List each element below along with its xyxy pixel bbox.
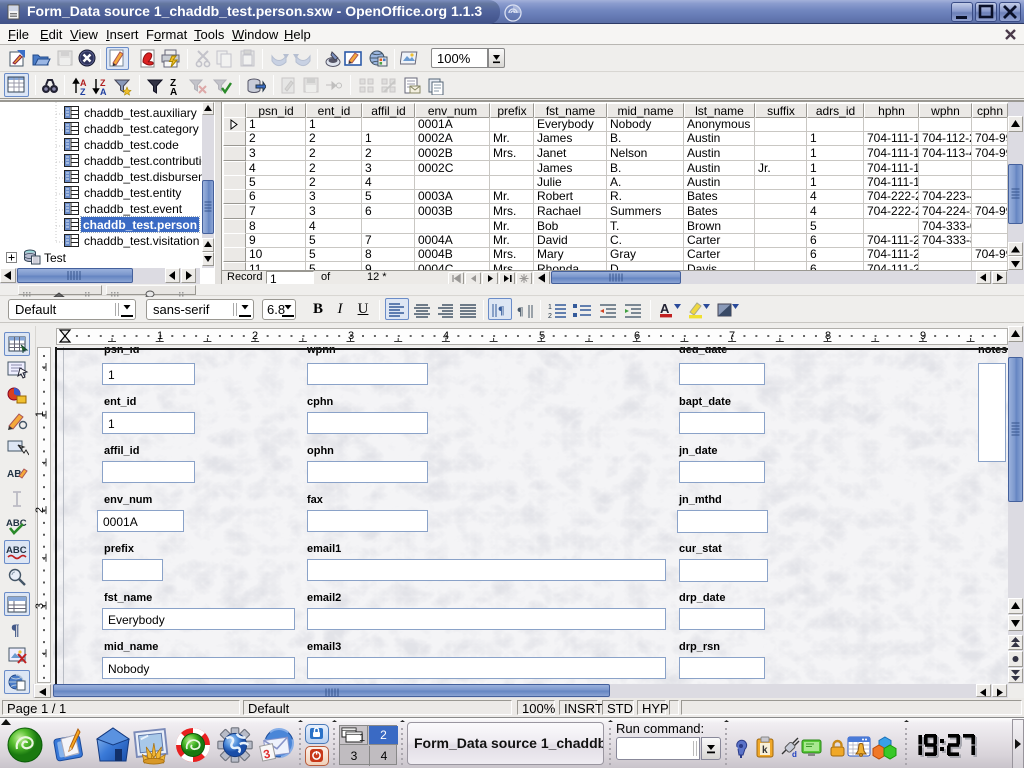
- svg-text:¶: ¶: [11, 622, 20, 639]
- svg-text:d: d: [792, 750, 797, 759]
- svg-text:Z: Z: [80, 87, 86, 96]
- svg-text:ABC: ABC: [6, 545, 27, 556]
- svg-text:¶: ¶: [517, 304, 523, 318]
- svg-text:2: 2: [548, 313, 552, 320]
- svg-text:1: 1: [359, 732, 365, 743]
- svg-text:¶: ¶: [498, 303, 504, 317]
- svg-text:A: A: [100, 87, 107, 96]
- svg-text:A: A: [660, 301, 670, 316]
- svg-text:A: A: [170, 87, 177, 96]
- svg-text:k: k: [762, 745, 768, 756]
- svg-text:AB: AB: [7, 469, 21, 480]
- svg-text:ABC: ABC: [6, 518, 27, 529]
- svg-text:1: 1: [548, 304, 552, 311]
